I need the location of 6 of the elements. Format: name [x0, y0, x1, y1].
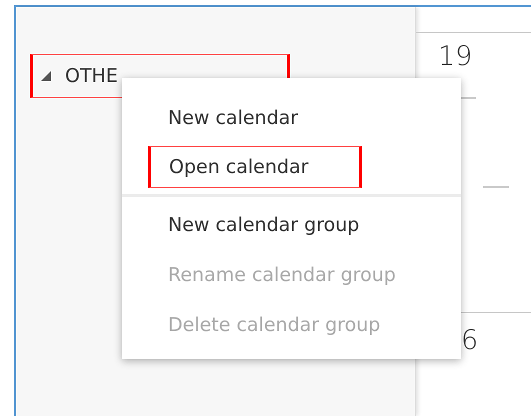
- expand-triangle-icon: [41, 71, 51, 81]
- menu-item[interactable]: New calendar: [148, 96, 318, 140]
- menu-item[interactable]: New calendar group: [148, 203, 380, 247]
- day-number: 19: [438, 41, 472, 72]
- menu-item[interactable]: Open calendar: [148, 146, 362, 188]
- day-number: 6: [461, 325, 478, 356]
